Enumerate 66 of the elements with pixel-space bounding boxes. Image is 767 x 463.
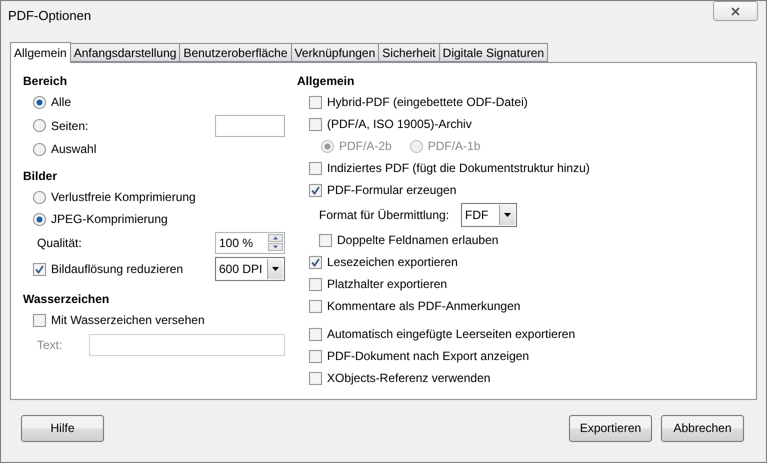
tab[interactable]: Sicherheit [378, 43, 440, 62]
radio-button[interactable] [33, 190, 46, 204]
checkbox[interactable] [309, 184, 322, 196]
option-label: Hybrid-PDF (eingebettete ODF-Datei) [327, 95, 528, 109]
help-button[interactable]: Hilfe [21, 414, 104, 442]
checkbox[interactable] [309, 118, 322, 130]
checkbox[interactable] [309, 256, 322, 268]
radio-button[interactable] [33, 212, 46, 226]
option-label: XObjects-Referenz verwenden [327, 371, 490, 385]
checkbox[interactable] [33, 262, 46, 276]
option-label: PDF/A-2b [339, 139, 392, 153]
checkbox[interactable] [309, 350, 322, 362]
quality-spin-field[interactable]: 100 % [215, 232, 285, 254]
option-label: Alle [51, 95, 72, 109]
spin-down-icon[interactable] [268, 242, 283, 250]
section-heading: Allgemein [297, 73, 356, 90]
option-label: Indiziertes PDF (fügt die Dokumentstruktur hinzu) [327, 161, 590, 175]
option-label: Lesezeichen exportieren [327, 255, 458, 269]
format-dropdown[interactable]: FDF [461, 203, 518, 227]
checkbox[interactable] [319, 234, 332, 246]
checkbox[interactable] [309, 328, 322, 340]
checkbox[interactable] [309, 162, 322, 174]
radio-button[interactable] [33, 142, 46, 156]
tab[interactable]: Verknüpfungen [290, 43, 380, 62]
option-label: Bildauflösung reduzieren [51, 262, 184, 276]
option-label: (PDF/A, ISO 19005)-Archiv [327, 117, 472, 131]
option-label: JPEG-Komprimierung [51, 212, 168, 226]
section-heading: Wasserzeichen [23, 291, 110, 308]
checkbox[interactable] [309, 372, 322, 384]
resolution-dropdown[interactable]: 600 DPI [215, 257, 285, 281]
watermark-text-field[interactable] [89, 334, 285, 356]
tab[interactable]: Allgemein [10, 42, 71, 63]
checkbox[interactable] [309, 278, 322, 290]
checkbox[interactable] [309, 300, 322, 312]
field-label: Format für Übermittlung: [319, 208, 450, 222]
pages-field[interactable] [215, 114, 285, 136]
field-label: Text: [37, 338, 62, 352]
caret-icon [272, 267, 279, 271]
option-label: PDF/A-1b [428, 139, 480, 153]
close-icon [731, 6, 740, 16]
option-label: Mit Wasserzeichen versehen [51, 313, 205, 327]
tab[interactable]: Anfangsdarstellung [70, 43, 180, 62]
radio-button[interactable] [33, 119, 46, 132]
option-label: Kommentare als PDF-Anmerkungen [327, 299, 520, 313]
option-label: Doppelte Feldnamen erlauben [337, 233, 498, 247]
option-label: Auswahl [51, 142, 96, 156]
dialog-button[interactable]: Abbrechen [661, 414, 744, 442]
section-heading: Bereich [23, 73, 68, 90]
tab[interactable]: Digitale Signaturen [438, 43, 548, 62]
caret-icon [504, 213, 512, 217]
checkbox[interactable] [33, 314, 46, 326]
dialog-button[interactable]: Exportieren [569, 414, 652, 442]
checkbox[interactable] [309, 96, 322, 108]
field-label: Qualität: [37, 236, 82, 250]
spin-up-icon[interactable] [268, 234, 283, 242]
radio-button[interactable] [33, 96, 46, 108]
window-title: PDF-Optionen [8, 8, 92, 22]
option-label: Seiten: [51, 118, 88, 132]
close-button[interactable] [713, 1, 758, 21]
option-label: Automatisch eingefügte Leerseiten exportieren [327, 327, 576, 341]
option-label: PDF-Formular erzeugen [327, 183, 456, 197]
section-heading: Bilder [23, 168, 58, 185]
option-label: Platzhalter exportieren [327, 277, 448, 291]
option-label: PDF-Dokument nach Export anzeigen [327, 349, 530, 363]
option-label: Verlustfreie Komprimierung [51, 190, 196, 204]
tab[interactable]: Benutzeroberfläche [179, 43, 292, 62]
